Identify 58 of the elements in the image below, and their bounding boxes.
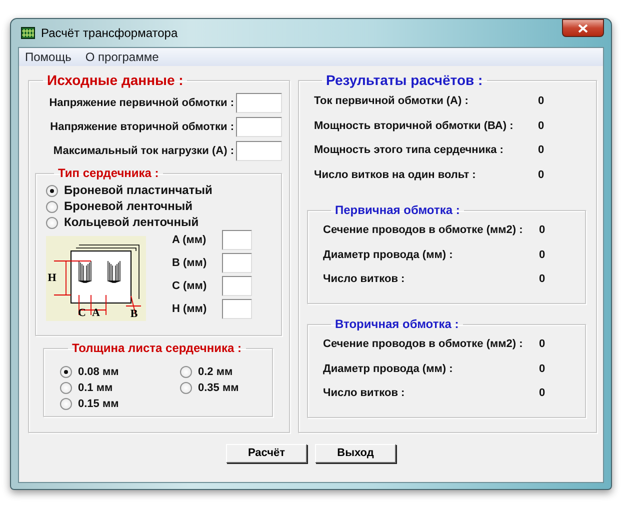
result-label: Сечение проводов в обмотке (мм2) : (323, 337, 524, 352)
field-label: C (мм) (172, 278, 208, 294)
result-value: 0 (539, 362, 546, 376)
result-label: Ток первичной обмотки (А) : (314, 94, 470, 109)
group-title: Вторичная обмотка : (334, 319, 460, 330)
option-label: Броневой ленточный (64, 199, 192, 214)
option-label: 0.08 мм (78, 364, 119, 380)
field-label: H (мм) (172, 302, 208, 317)
window-title: Расчёт трансформатора (41, 25, 178, 42)
radio-option[interactable]: 0.35 мм (180, 380, 270, 396)
option-label: 0.15 мм (78, 396, 119, 412)
result-value: 0 (538, 94, 544, 109)
group-title: Толщина листа сердечника : (71, 343, 243, 354)
dimension-label: A (92, 307, 100, 319)
radio-option[interactable]: 0.1 мм (60, 380, 180, 396)
dimension-label: H (48, 272, 56, 284)
radio-option[interactable]: 0.08 мм (60, 364, 180, 380)
option-label: Кольцевой ленточный (64, 215, 199, 230)
field-label: Максимальный ток нагрузки (А) : (53, 144, 234, 159)
group-title: Исходные данные : (46, 74, 184, 87)
result-label: Диаметр провода (мм) : (323, 248, 454, 262)
group-title: Результаты расчётов : (325, 74, 484, 87)
radio-option[interactable]: 0.15 мм (60, 396, 180, 412)
result-label: Число витков : (323, 272, 406, 287)
dimension-label: C (78, 307, 86, 319)
menu-item[interactable]: Помощь (25, 48, 72, 66)
menu-item[interactable]: О программе (85, 48, 159, 66)
result-value: 0 (539, 272, 546, 287)
option-label: 0.35 мм (198, 380, 239, 396)
option-label: 0.2 мм (198, 364, 233, 380)
result-label: Сечение проводов в обмотке (мм2) : (323, 223, 524, 238)
radio-option[interactable]: Броневой ленточный (46, 199, 281, 214)
result-value: 0 (539, 248, 546, 262)
option-label: 0.1 мм (78, 380, 113, 396)
result-label: Диаметр провода (мм) : (323, 362, 454, 376)
result-label: Мощность этого типа сердечника : (314, 143, 504, 158)
field-label: A (мм) (172, 232, 208, 248)
field-label: Напряжение вторичной обмотки : (50, 120, 234, 135)
result-value: 0 (538, 168, 544, 182)
result-value: 0 (538, 118, 544, 134)
option-label: Броневой пластинчатый (64, 183, 212, 198)
dimension-label: B (130, 308, 138, 320)
group-title: Тип сердечника : (57, 168, 160, 179)
field-label: B (мм) (172, 256, 208, 271)
dialog-button[interactable]: Расчёт (226, 444, 307, 463)
result-value: 0 (539, 223, 546, 238)
radio-option[interactable]: Кольцевой ленточный (46, 215, 281, 230)
result-value: 0 (539, 337, 546, 352)
result-value: 0 (538, 143, 544, 158)
group-title: Первичная обмотка : (334, 205, 461, 216)
result-label: Число витков : (323, 386, 406, 401)
result-label: Мощность вторичной обмотки (ВА) : (314, 118, 514, 134)
dialog-button[interactable]: Выход (315, 444, 396, 463)
result-label: Число витков на один вольт : (314, 168, 477, 182)
radio-option[interactable]: Броневой пластинчатый (46, 183, 281, 198)
result-value: 0 (539, 386, 546, 401)
field-label: Напряжение первичной обмотки : (49, 96, 234, 111)
radio-option[interactable]: 0.2 мм (180, 364, 270, 380)
